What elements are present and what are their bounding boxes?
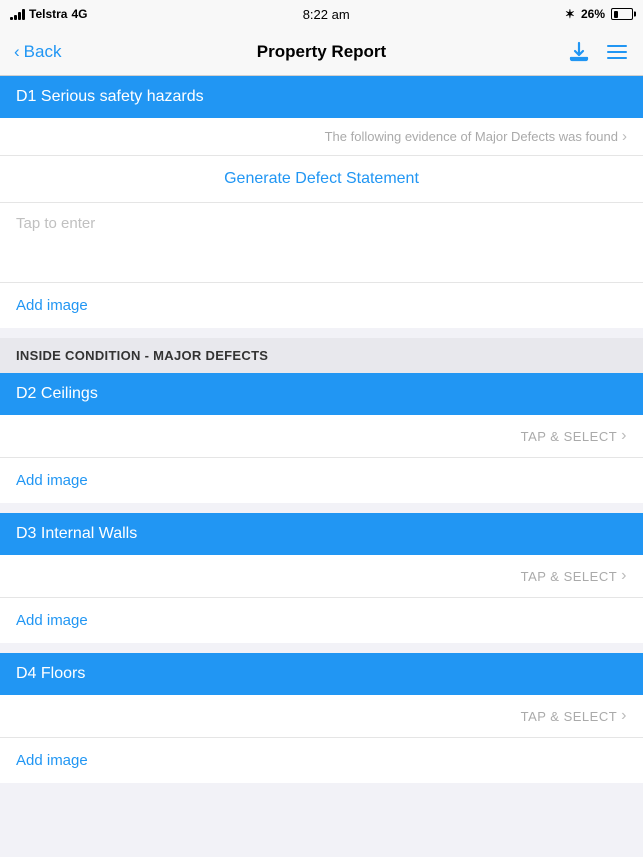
d2-add-image[interactable]: Add image <box>0 458 643 503</box>
bluetooth-icon: ✶ <box>565 7 575 21</box>
menu-button[interactable] <box>605 40 629 64</box>
status-bar-time: 8:22 am <box>303 7 350 22</box>
d4-add-image[interactable]: Add image <box>0 738 643 783</box>
battery-label: 26% <box>581 7 605 21</box>
signal-icon <box>10 8 25 20</box>
content-area: D1 Serious safety hazards The following … <box>0 76 643 783</box>
spacer-2 <box>0 503 643 513</box>
status-bar: Telstra 4G 8:22 am ✶ 26% <box>0 0 643 28</box>
d1-text-input[interactable]: Tap to enter <box>0 203 643 283</box>
d1-card: The following evidence of Major Defects … <box>0 118 643 283</box>
d4-header: D4 Floors <box>0 653 643 695</box>
nav-bar: ‹ Back Property Report <box>0 28 643 76</box>
spacer-3 <box>0 643 643 653</box>
d3-tap-select[interactable]: TAP & SELECT › <box>0 555 643 598</box>
spacer-1 <box>0 328 643 338</box>
d3-chevron-icon: › <box>621 567 627 585</box>
d3-add-image[interactable]: Add image <box>0 598 643 643</box>
d1-defect-row[interactable]: The following evidence of Major Defects … <box>0 118 643 156</box>
back-label: Back <box>24 42 62 62</box>
inside-condition-header: INSIDE CONDITION - MAJOR DEFECTS <box>0 338 643 373</box>
chevron-right-icon: › <box>622 128 627 145</box>
d4-tap-select[interactable]: TAP & SELECT › <box>0 695 643 738</box>
status-bar-right: ✶ 26% <box>565 7 633 21</box>
d4-chevron-icon: › <box>621 707 627 725</box>
network-type: 4G <box>71 7 87 21</box>
d3-tap-select-label: TAP & SELECT <box>521 569 618 584</box>
d1-defect-label: The following evidence of Major Defects … <box>325 129 618 144</box>
d1-placeholder: Tap to enter <box>16 215 95 232</box>
d4-tap-select-label: TAP & SELECT <box>521 709 618 724</box>
d2-chevron-icon: › <box>621 427 627 445</box>
page-title: Property Report <box>257 42 386 62</box>
status-bar-left: Telstra 4G <box>10 7 87 21</box>
chevron-left-icon: ‹ <box>14 42 20 62</box>
nav-actions <box>567 40 629 64</box>
d2-tap-select-label: TAP & SELECT <box>521 429 618 444</box>
d2-tap-select[interactable]: TAP & SELECT › <box>0 415 643 458</box>
battery-icon <box>611 8 633 20</box>
carrier-label: Telstra <box>29 7 67 21</box>
generate-defect-button[interactable]: Generate Defect Statement <box>0 156 643 203</box>
back-button[interactable]: ‹ Back <box>14 42 61 62</box>
d2-header: D2 Ceilings <box>0 373 643 415</box>
download-button[interactable] <box>567 40 591 64</box>
d1-add-image[interactable]: Add image <box>0 283 643 328</box>
d1-header: D1 Serious safety hazards <box>0 76 643 118</box>
d3-header: D3 Internal Walls <box>0 513 643 555</box>
